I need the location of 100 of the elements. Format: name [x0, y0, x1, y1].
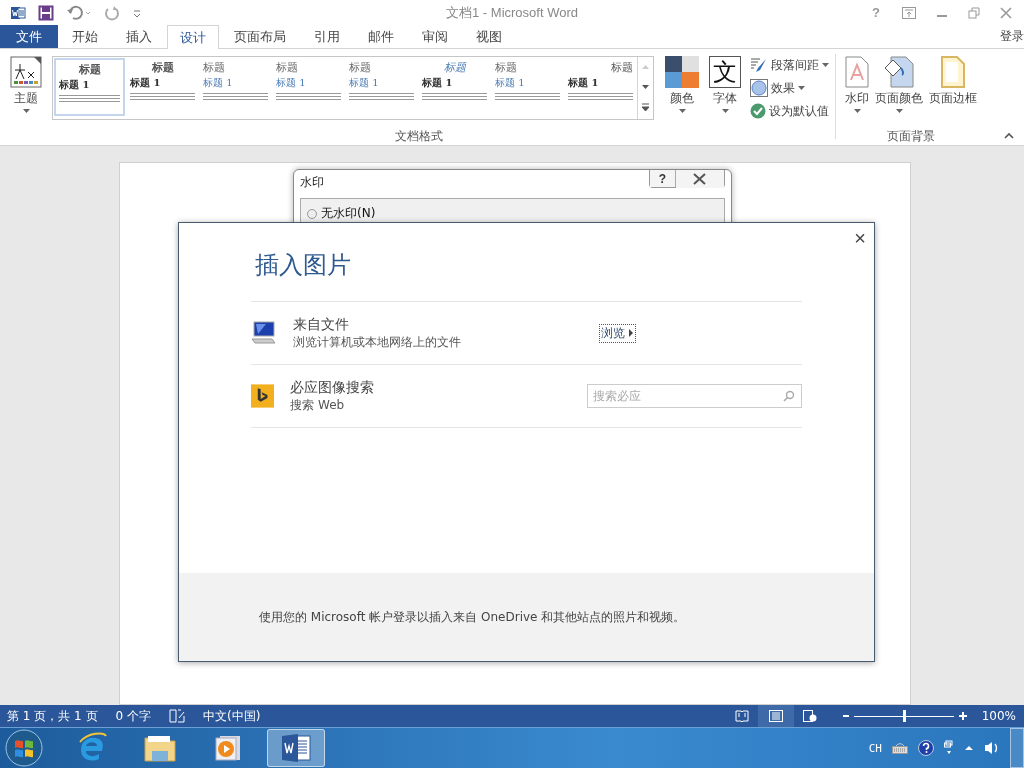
ribbon-tab[interactable]: 邮件 [355, 25, 407, 48]
paint-bucket-page-icon [883, 56, 915, 88]
help-icon[interactable] [918, 740, 934, 756]
ribbon-tab[interactable]: 设计 [167, 25, 219, 49]
source-description: 浏览计算机或本地网络上的文件 [293, 333, 462, 351]
page-color-button[interactable]: 页面颜色 [874, 54, 924, 115]
word-count[interactable]: 0 个字 [115, 707, 151, 725]
network-icon[interactable] [944, 740, 954, 756]
style-set-option[interactable]: 标题 标题 1 [200, 58, 271, 116]
style-set-option[interactable]: 标题 标题 1 [346, 58, 417, 116]
caret-icon [628, 329, 634, 337]
input-language[interactable]: CH [868, 741, 882, 755]
fonts-button[interactable]: 字体 [713, 90, 737, 107]
play-icon [214, 734, 242, 762]
style-set-option[interactable]: 标题 标题 1 [54, 58, 125, 116]
zoom-in-icon[interactable] [957, 711, 968, 721]
close-button[interactable]: × [854, 227, 866, 249]
group-label: 文档格式 [393, 128, 444, 145]
style-subheading: 标题 1 [568, 76, 600, 90]
start-button-icon[interactable] [5, 729, 43, 767]
proofing-icon[interactable] [169, 709, 185, 723]
style-set-option[interactable]: 标题 标题 1 [565, 58, 636, 116]
color-palette-icon [665, 56, 699, 88]
keyboard-icon[interactable] [892, 742, 908, 754]
style-heading: 标题 [203, 60, 226, 75]
circle-icon [750, 79, 768, 97]
search-field[interactable]: 搜索必应 [587, 384, 802, 408]
show-hidden-icons-icon[interactable] [964, 744, 974, 752]
sign-in-link[interactable]: 登录 [1000, 28, 1024, 45]
browse-link[interactable]: 浏览 [599, 323, 636, 343]
web-page-icon [802, 710, 817, 722]
dropdown-arrow-icon [822, 63, 829, 67]
close-icon[interactable] [1000, 6, 1012, 19]
volume-icon[interactable] [984, 741, 1000, 755]
paragraph-spacing-button[interactable]: 段落间距 [748, 54, 831, 76]
close-icon[interactable] [676, 170, 724, 188]
ribbon-tab[interactable]: 插入 [113, 25, 165, 48]
word-icon[interactable] [10, 4, 26, 21]
style-subheading: 标题 1 [130, 76, 162, 90]
ribbon-display-icon[interactable] [902, 6, 916, 19]
folder-icon [144, 733, 176, 763]
style-subheading: 标题 1 [276, 76, 307, 90]
style-subheading: 标题 1 [349, 76, 380, 90]
file-tab[interactable]: 文件 [0, 25, 58, 48]
dialog-title: 插入图片 [254, 250, 352, 281]
page-border-icon [941, 56, 965, 88]
language-indicator[interactable]: 中文(中国) [203, 707, 261, 725]
style-set-option[interactable]: 标题 标题 1 [419, 58, 490, 116]
style-subheading: 标题 1 [422, 76, 454, 90]
undo-icon[interactable] [66, 4, 92, 21]
dropdown-arrow-icon [678, 109, 686, 113]
style-heading: 标题 [276, 60, 299, 75]
style-set-option[interactable]: 标题 标题 1 [127, 58, 198, 116]
style-heading: 标题 [77, 62, 102, 77]
page-count[interactable]: 第 1 页，共 1 页 [7, 707, 98, 725]
set-as-default-button[interactable]: 设为默认值 [748, 100, 831, 122]
style-heading: 标题 [442, 60, 468, 75]
print-layout-button[interactable] [757, 705, 794, 727]
style-heading: 标题 [349, 60, 372, 75]
paragraph-spacing-icon [750, 57, 768, 73]
style-set-option[interactable]: 标题 标题 1 [273, 58, 344, 116]
themes-button[interactable]: 主题 [6, 54, 46, 115]
source-title: 必应图像搜索 [290, 378, 376, 397]
page-borders-button[interactable]: 页面边框 [928, 54, 978, 109]
radio-button[interactable] [307, 208, 317, 219]
radio-label[interactable]: 无水印(N) [321, 205, 376, 222]
ribbon-tab[interactable]: 开始 [59, 25, 111, 48]
watermark-page-icon [845, 56, 869, 88]
dropdown-arrow-icon [721, 109, 729, 113]
zoom-level[interactable]: 100% [981, 709, 1016, 723]
style-heading: 标题 [610, 60, 633, 75]
group-label: 页面背景 [886, 128, 936, 145]
ribbon-tab[interactable]: 视图 [463, 25, 515, 48]
save-icon[interactable] [38, 4, 54, 21]
style-heading: 标题 [150, 60, 175, 75]
font-glyph[interactable]: 文 [709, 56, 741, 88]
sign-in-notice: 使用您的 Microsoft 帐户登录以插入来自 OneDrive 和其他站点的照片和视频。 [259, 608, 686, 626]
help-button[interactable]: ? [650, 170, 676, 187]
book-icon [734, 710, 749, 722]
collapse-ribbon-icon[interactable] [1004, 132, 1014, 139]
effects-button[interactable]: 效果 [748, 77, 831, 99]
dialog-title: 水印 [300, 173, 324, 191]
ribbon-tab[interactable]: 审阅 [409, 25, 461, 48]
source-title: 来自文件 [293, 315, 350, 334]
watermark-button[interactable]: 水印 [844, 54, 870, 115]
dropdown-arrow-icon [22, 109, 30, 113]
style-subheading: 标题 1 [203, 76, 234, 90]
page-lines-icon [768, 710, 783, 722]
style-set-option[interactable]: 标题 标题 1 [492, 58, 563, 116]
word-taskbar-button[interactable] [267, 729, 325, 767]
ribbon-tab[interactable]: 引用 [301, 25, 353, 48]
ribbon-tab[interactable]: 页面布局 [221, 25, 299, 48]
source-description: 搜索 Web [290, 396, 346, 414]
dropdown-arrow-icon [895, 109, 903, 113]
checkmark-icon [750, 103, 766, 119]
colors-button[interactable]: 颜色 [662, 54, 702, 115]
themes-icon [10, 56, 42, 88]
style-heading: 标题 [495, 60, 518, 75]
style-subheading: 标题 1 [59, 78, 91, 92]
dropdown-arrow-icon [853, 109, 861, 113]
